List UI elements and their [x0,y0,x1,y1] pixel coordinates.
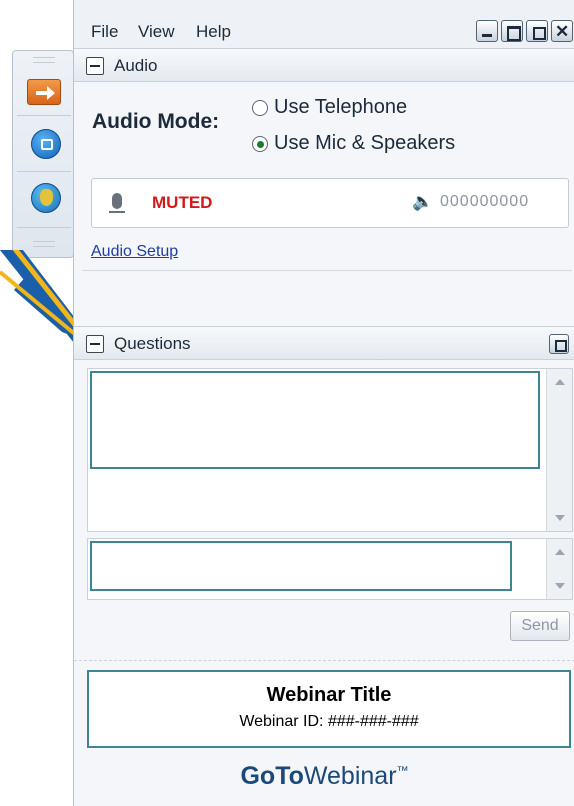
speaker-icon: 🔈 [412,192,434,211]
logo-to: To [275,762,304,790]
logo-go: Go [240,762,276,790]
arrow-right-icon[interactable] [27,79,61,105]
send-button[interactable]: Send [510,611,570,641]
collapse-audio-icon[interactable] [86,57,104,75]
audio-section-title: Audio [114,56,158,75]
toolbar-divider [17,115,71,116]
question-input[interactable] [87,538,573,600]
questions-log-highlight [90,371,540,469]
popout-icon[interactable] [526,20,548,42]
scroll-up-icon[interactable] [555,379,565,385]
close-icon[interactable] [551,20,573,43]
microphone-icon[interactable] [109,193,125,213]
toolbar-grip-bottom[interactable] [33,241,55,247]
toolbar-grip-top[interactable] [33,57,55,63]
window-controls [476,20,573,43]
popout-icon[interactable] [549,334,569,354]
audio-setup-link[interactable]: Audio Setup [91,243,178,261]
questions-log[interactable] [87,368,573,532]
scroll-down-icon[interactable] [555,583,565,589]
questions-section-header: Questions [74,326,574,360]
scroll-down-icon[interactable] [555,515,565,521]
audio-mode-label: Audio Mode: [92,110,220,133]
radio-use-telephone[interactable]: Use Telephone [252,96,407,119]
webinar-title: Webinar Title [266,684,392,706]
radio-button-selected[interactable] [252,135,268,152]
grab-tab-toolbar [12,50,74,258]
divider [82,270,572,271]
radio-mic-label: Use Mic & Speakers [274,132,456,154]
audio-section-header: Audio [74,48,574,82]
menu-file[interactable]: File [91,22,118,42]
scroll-up-icon[interactable] [555,549,565,555]
control-panel: File View Help Audio Audio Mode: Use Tel… [73,0,574,806]
radio-telephone-label: Use Telephone [274,96,408,118]
audio-level-meter: 000000000 [440,193,530,210]
webinar-id: Webinar ID: ###-###-### [239,713,419,730]
toolbar-divider [17,227,71,228]
maximize-icon[interactable] [501,20,523,42]
question-input-highlight [90,541,512,591]
gotowebinar-logo: GoToWebinar™ [74,762,574,791]
radio-button[interactable] [252,99,268,116]
menu-bar: File View Help [74,0,574,48]
collapse-questions-icon[interactable] [86,335,104,353]
questions-log-scrollbar[interactable] [546,369,572,531]
questions-section-title: Questions [114,334,191,353]
webinar-info-box: Webinar Title Webinar ID: ###-###-### [87,670,571,748]
question-input-scrollbar[interactable] [546,539,572,599]
audio-status-box: MUTED 🔈 000000000 [91,178,569,228]
radio-use-mic-speakers[interactable]: Use Mic & Speakers [252,132,455,155]
muted-status: MUTED [152,193,213,212]
minimize-icon[interactable] [476,20,498,42]
menu-view[interactable]: View [138,22,175,42]
globe-person-icon[interactable] [31,183,61,213]
menu-help[interactable]: Help [196,22,231,42]
toolbar-divider [17,171,71,172]
gotowebinar-control-panel: File View Help Audio Audio Mode: Use Tel… [0,0,574,806]
logo-webinar: Webinar [303,762,397,790]
stop-square-icon[interactable] [31,129,61,159]
logo-tm: ™ [396,763,409,778]
divider [74,660,574,661]
